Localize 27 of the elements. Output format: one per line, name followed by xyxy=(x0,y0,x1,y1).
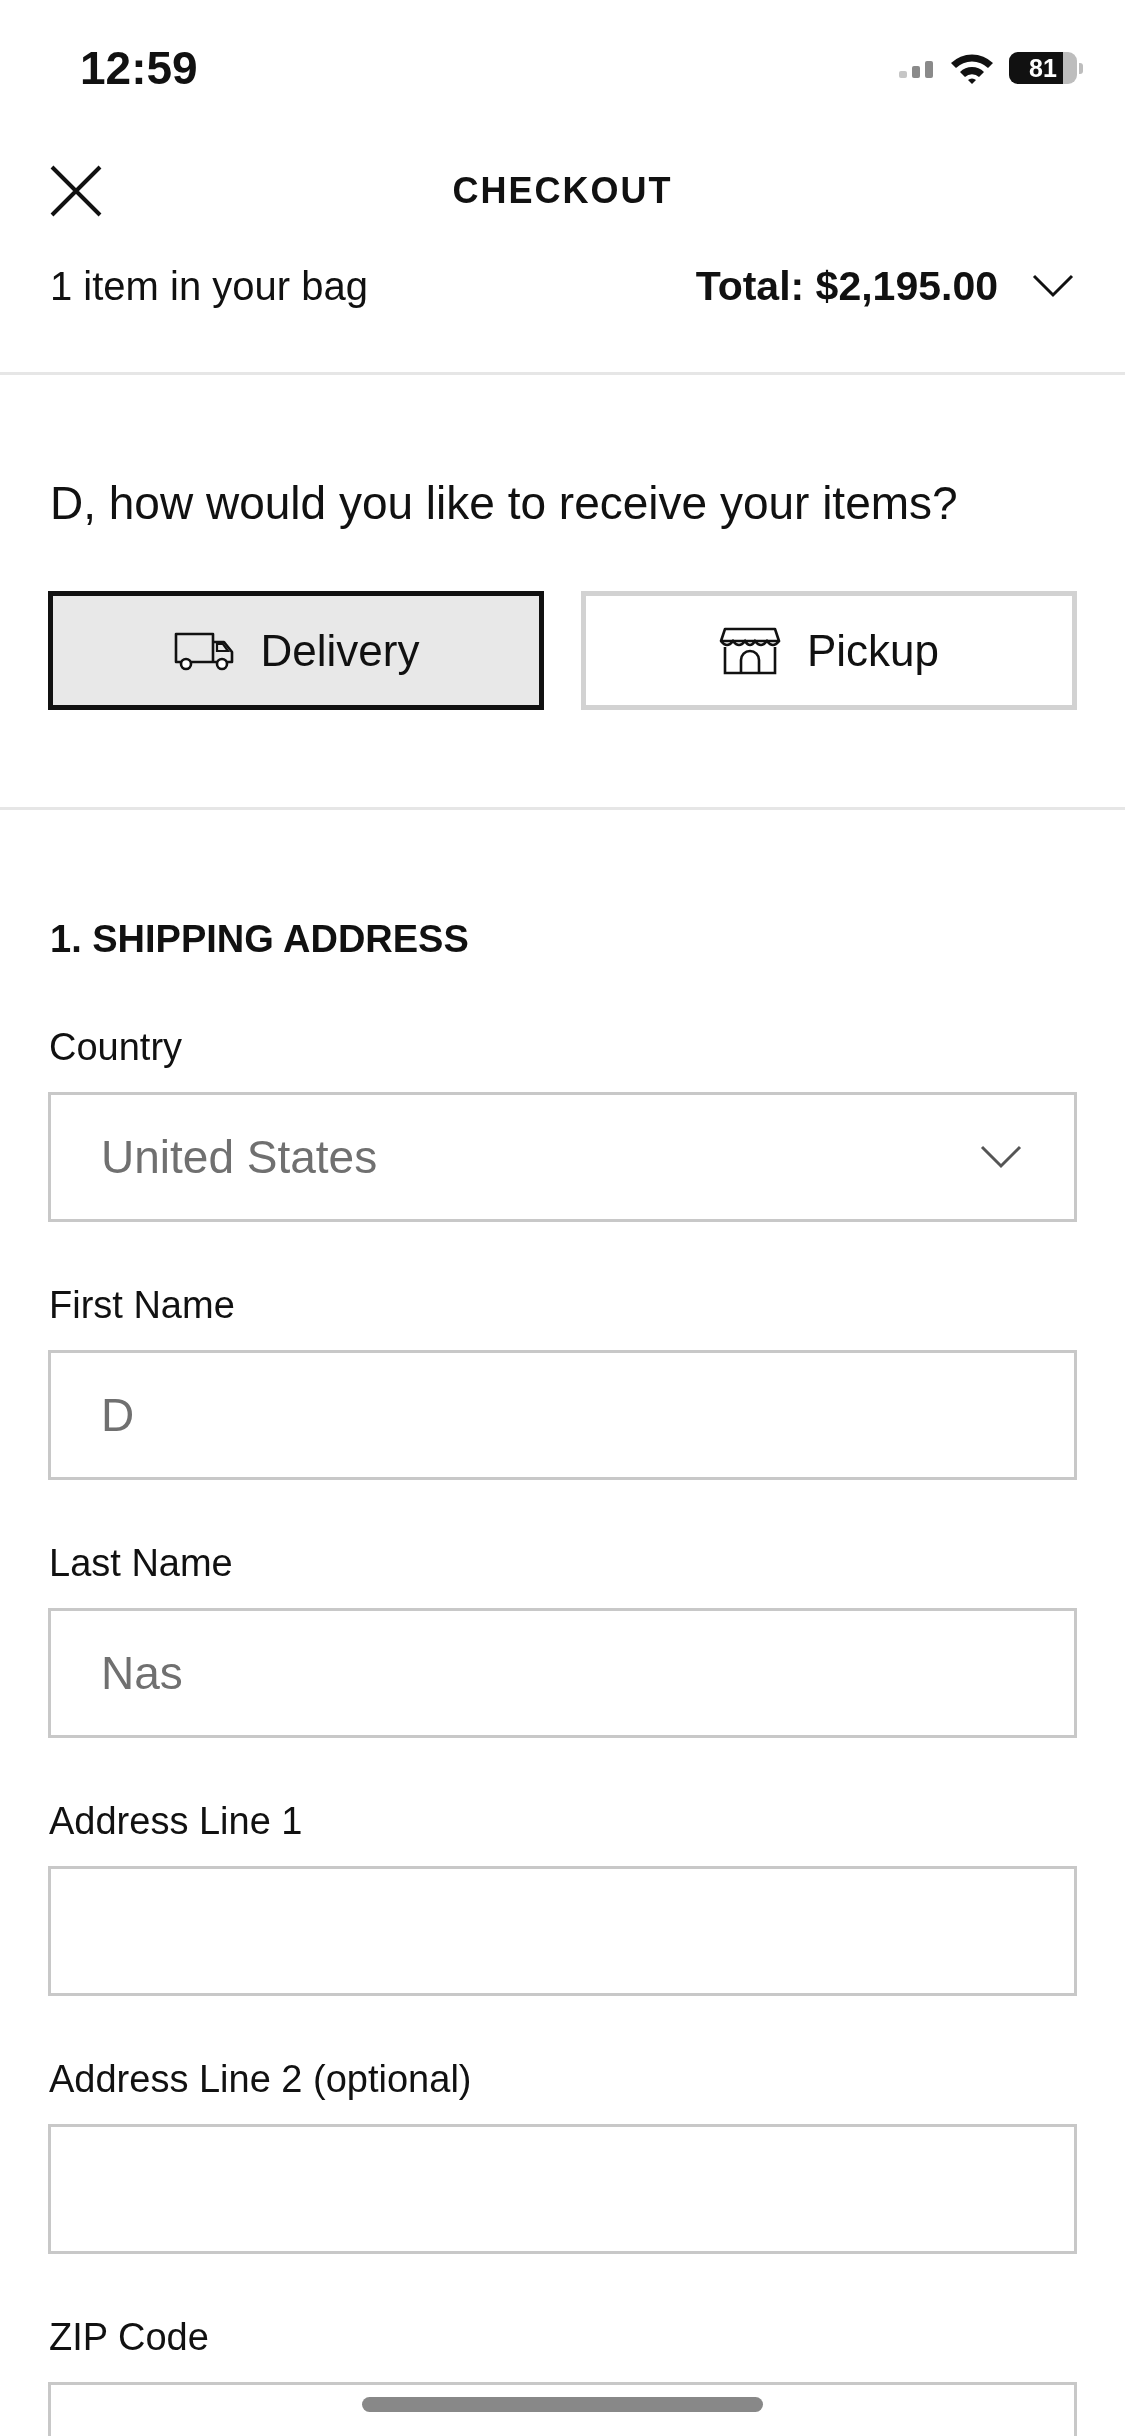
field-label: Country xyxy=(48,1025,183,1070)
delivery-option-button[interactable]: Delivery xyxy=(48,591,544,710)
bag-item-count: 1 item in your bag xyxy=(50,266,368,306)
checkout-title: CHECKOUT xyxy=(452,173,673,209)
field-label: Address Line 2 (optional) xyxy=(48,2057,472,2102)
storefront-icon xyxy=(718,626,781,675)
text-field[interactable]: Nas xyxy=(48,1608,1077,1738)
signal-icon xyxy=(899,58,935,78)
delivery-question: D, how would you like to receive your items? xyxy=(49,476,959,531)
battery-indicator: 81 xyxy=(1009,52,1083,84)
text-field[interactable]: D xyxy=(48,1350,1077,1480)
text-field[interactable] xyxy=(48,2124,1077,2254)
field-label: Address Line 1 xyxy=(48,1799,303,1844)
field-label: ZIP Code xyxy=(48,2315,209,2360)
text-field[interactable] xyxy=(48,1866,1077,1996)
pickup-option-button[interactable]: Pickup xyxy=(581,591,1077,710)
wifi-icon xyxy=(949,52,995,84)
section-heading: 1. SHIPPING ADDRESS xyxy=(49,917,470,962)
order-total-toggle[interactable]: Total: $2,195.00 xyxy=(695,265,1074,307)
field-label: First Name xyxy=(48,1283,235,1328)
close-button[interactable] xyxy=(50,165,102,217)
truck-icon xyxy=(172,630,235,671)
status-time: 12:59 xyxy=(80,45,198,91)
chevron-down-icon xyxy=(980,1145,1022,1169)
field-label: Last Name xyxy=(48,1541,233,1586)
close-icon xyxy=(50,165,102,217)
select-field[interactable]: United States xyxy=(48,1092,1077,1222)
